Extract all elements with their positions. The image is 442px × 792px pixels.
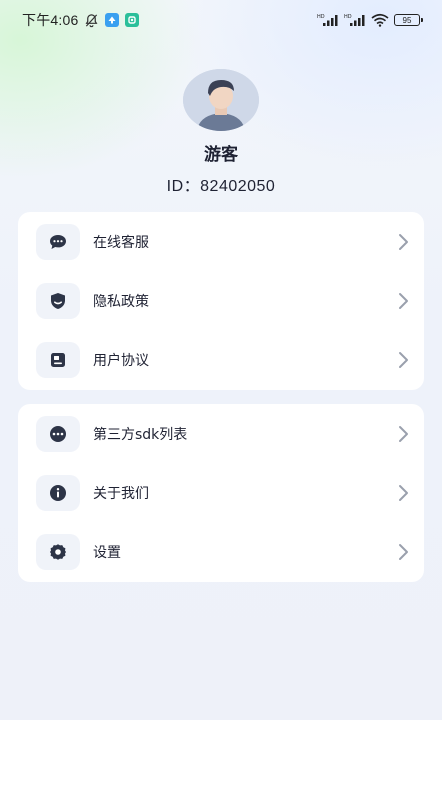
menu-icon-box <box>36 224 80 260</box>
avatar[interactable] <box>183 69 259 131</box>
wifi-icon <box>371 13 389 27</box>
signal-icon: HD <box>317 14 338 26</box>
menu-label: 第三方sdk列表 <box>93 427 188 443</box>
battery-indicator: 95 <box>394 14 423 26</box>
menu-item-about-us[interactable]: 关于我们 <box>18 469 424 517</box>
chevron-right-icon <box>399 544 408 560</box>
status-left: 下午4:06 <box>22 10 140 30</box>
menu-icon-box <box>36 475 80 511</box>
menu-icon-box <box>36 283 80 319</box>
menu-label: 设置 <box>93 545 121 561</box>
svg-text:HD: HD <box>317 14 325 20</box>
status-bar: 下午4:06 HD HD 95 <box>0 0 442 40</box>
chat-icon <box>50 235 66 249</box>
app-notification-icon <box>105 13 120 27</box>
menu-item-settings[interactable]: 设置 <box>18 528 424 576</box>
user-name: 游客 <box>204 145 238 165</box>
bell-off-icon <box>86 13 98 27</box>
menu-item-online-service[interactable]: 在线客服 <box>18 218 424 266</box>
status-right: HD HD 95 <box>317 13 423 27</box>
profile-screen: 下午4:06 HD HD 95 游客 ID：82402050 在线客服 隐私政策… <box>0 0 442 720</box>
menu-label: 在线客服 <box>93 235 149 251</box>
menu-item-privacy-policy[interactable]: 隐私政策 <box>18 277 424 325</box>
menu-icon-box <box>36 342 80 378</box>
more-dots-icon <box>50 426 66 442</box>
chevron-right-icon <box>399 485 408 501</box>
menu-card-primary: 在线客服 隐私政策 用户协议 <box>18 212 424 390</box>
user-id: ID：82402050 <box>166 178 276 195</box>
svg-text:HD: HD <box>344 14 352 20</box>
gear-icon <box>50 544 66 560</box>
menu-label: 隐私政策 <box>93 294 149 310</box>
signal-icon: HD <box>344 14 365 26</box>
menu-card-secondary: 第三方sdk列表 关于我们 设置 <box>18 404 424 582</box>
bottom-blank-area <box>0 720 442 792</box>
menu-label: 用户协议 <box>93 353 149 369</box>
info-icon <box>50 485 66 501</box>
menu-item-user-agreement[interactable]: 用户协议 <box>18 336 424 384</box>
menu-item-third-party-sdk[interactable]: 第三方sdk列表 <box>18 410 424 458</box>
menu-icon-box <box>36 416 80 452</box>
avatar-image <box>183 69 259 131</box>
menu-label: 关于我们 <box>93 486 149 502</box>
status-time: 下午4:06 <box>22 12 79 28</box>
shield-icon <box>51 293 65 309</box>
chevron-right-icon <box>399 293 408 309</box>
chevron-right-icon <box>399 352 408 368</box>
document-icon <box>51 353 65 367</box>
chevron-right-icon <box>399 426 408 442</box>
chevron-right-icon <box>399 234 408 250</box>
menu-icon-box <box>36 534 80 570</box>
app-notification-icon <box>125 13 140 27</box>
